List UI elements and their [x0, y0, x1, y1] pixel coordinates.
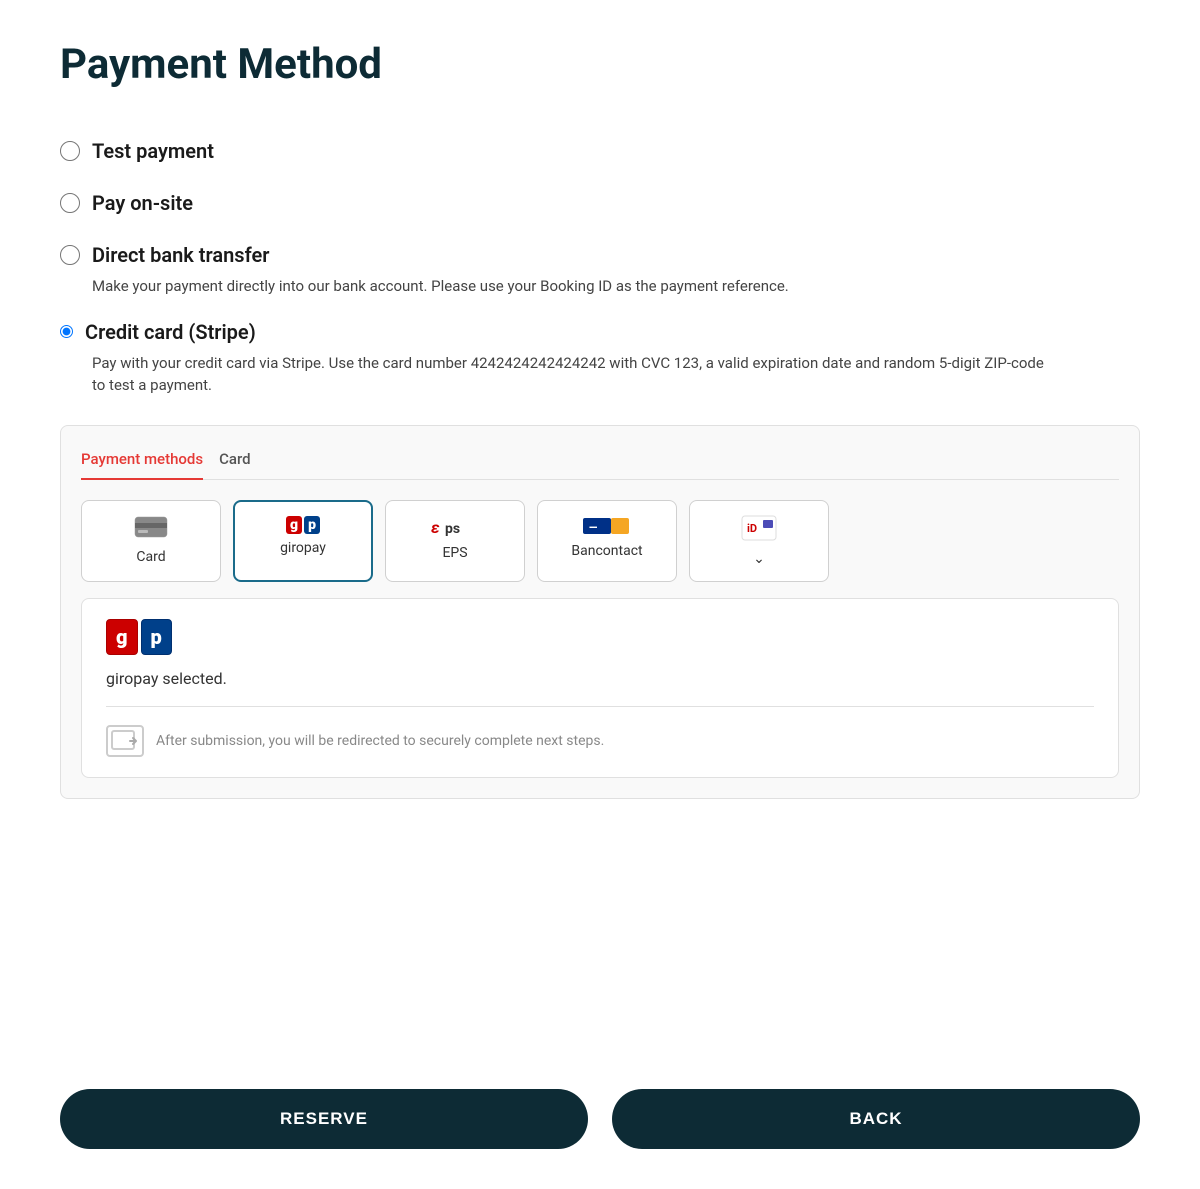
giropay-large-g: g: [106, 619, 138, 655]
redirect-info: After submission, you will be redirected…: [106, 725, 1094, 757]
svg-text:—: —: [589, 521, 598, 534]
option-direct-bank-transfer[interactable]: Direct bank transfer: [60, 229, 1140, 281]
svg-text:iD: iD: [747, 522, 757, 535]
payment-methods-grid: Card gp giropay ε ps EPS: [81, 500, 1119, 582]
eps-icon: ε ps: [431, 515, 479, 539]
stripe-widget: Payment methods Card Card gp giropay: [60, 425, 1140, 799]
radio-credit-card-stripe[interactable]: [60, 325, 73, 338]
label-credit-card-stripe: Credit card (Stripe): [85, 320, 256, 344]
card-icon: [134, 515, 168, 543]
redirect-text: After submission, you will be redirected…: [156, 733, 604, 749]
tab-card[interactable]: Card: [219, 446, 251, 480]
label-test-payment: Test payment: [92, 139, 214, 163]
radio-pay-on-site[interactable]: [60, 193, 80, 213]
method-eps[interactable]: ε ps EPS: [385, 500, 525, 582]
method-card-label: Card: [136, 549, 165, 565]
svg-text:ps: ps: [445, 521, 460, 537]
selected-method-area: g p giropay selected. After submission, …: [81, 598, 1119, 778]
chevron-down-icon: ⌄: [753, 551, 765, 567]
giropay-selected-text: giropay selected.: [106, 669, 1094, 688]
page-title: Payment Method: [60, 40, 1140, 89]
ideal-icon: iD: [741, 515, 777, 545]
tab-payment-methods[interactable]: Payment methods: [81, 446, 203, 480]
radio-direct-bank-transfer[interactable]: [60, 245, 80, 265]
option-test-payment[interactable]: Test payment: [60, 125, 1140, 177]
method-eps-label: EPS: [442, 545, 467, 561]
method-giropay-label: giropay: [280, 540, 326, 556]
option-pay-on-site[interactable]: Pay on-site: [60, 177, 1140, 229]
label-direct-bank-transfer: Direct bank transfer: [92, 243, 269, 267]
svg-text:ε: ε: [431, 518, 440, 537]
reserve-button[interactable]: RESERVE: [60, 1089, 588, 1149]
desc-direct-bank-transfer: Make your payment directly into our bank…: [92, 275, 1052, 298]
giropay-logo-large: g p: [106, 619, 1094, 655]
method-bancontact-label: Bancontact: [571, 543, 642, 559]
method-bancontact[interactable]: — Bancontact: [537, 500, 677, 582]
radio-test-payment[interactable]: [60, 141, 80, 161]
redirect-icon: [106, 725, 144, 757]
method-giropay[interactable]: gp giropay: [233, 500, 373, 582]
desc-credit-card-stripe: Pay with your credit card via Stripe. Us…: [92, 352, 1052, 397]
option-credit-card-stripe[interactable]: Credit card (Stripe): [60, 306, 1140, 350]
stripe-tabs: Payment methods Card: [81, 446, 1119, 480]
divider: [106, 706, 1094, 707]
method-card[interactable]: Card: [81, 500, 221, 582]
bancontact-icon: —: [583, 515, 631, 537]
giropay-large-p: p: [141, 619, 172, 655]
bottom-buttons: RESERVE BACK: [60, 1049, 1140, 1149]
label-pay-on-site: Pay on-site: [92, 191, 193, 215]
giropay-icon: gp: [286, 516, 320, 534]
back-button[interactable]: BACK: [612, 1089, 1140, 1149]
method-more[interactable]: iD ⌄: [689, 500, 829, 582]
payment-options: Test payment Pay on-site Direct bank tra…: [60, 125, 1140, 417]
